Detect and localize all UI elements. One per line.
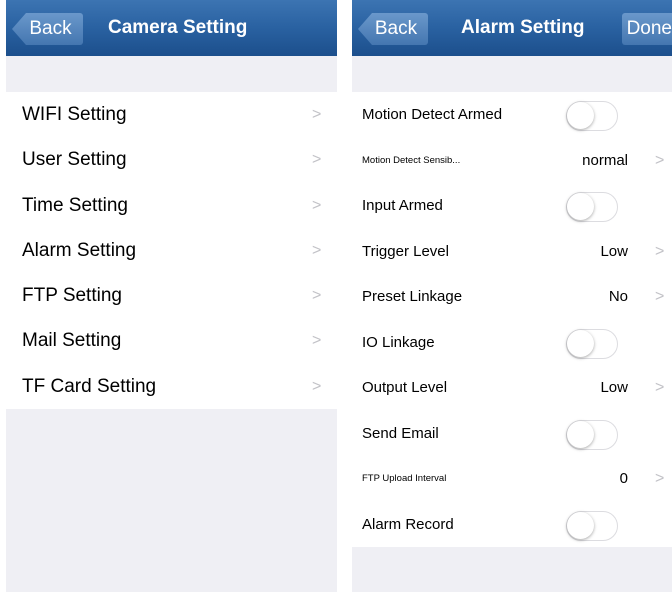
alarm-item-value: 0 xyxy=(619,470,628,487)
settings-item-label: FTP Setting xyxy=(22,285,122,307)
motion-detect-armed-toggle[interactable] xyxy=(566,101,618,131)
settings-item-mail[interactable]: Mail Setting > xyxy=(6,318,337,364)
alarm-item-label: Trigger Level xyxy=(362,242,449,260)
alarm-item-label: Input Armed xyxy=(362,197,443,214)
alarm-item-motion-detect-armed: Motion Detect Armed xyxy=(352,92,672,138)
alarm-item-output-level[interactable]: Output Level Low > xyxy=(352,365,672,411)
page-title: Camera Setting xyxy=(108,17,248,38)
io-linkage-toggle[interactable] xyxy=(566,328,618,359)
back-button[interactable]: Back xyxy=(12,13,83,45)
alarm-item-alarm-record: Alarm Record xyxy=(352,501,672,547)
toggle-knob xyxy=(567,420,594,448)
alarm-item-label: Send Email xyxy=(362,424,439,442)
alarm-item-preset-linkage[interactable]: Preset Linkage No > xyxy=(352,274,672,320)
alarm-setting-navbar: Back Alarm Setting Done xyxy=(352,0,672,56)
chevron-right-icon: > xyxy=(655,288,665,305)
toggle-knob xyxy=(567,511,594,539)
alarm-setting-list: Motion Detect Armed Motion Detect Sensib… xyxy=(352,92,672,547)
alarm-item-motion-detect-sensitivity[interactable]: Motion Detect Sensib... normal > xyxy=(352,137,672,183)
alarm-item-label: Motion Detect Sensib... xyxy=(362,154,461,166)
settings-item-label: TF Card Setting xyxy=(22,375,157,397)
alarm-item-input-armed: Input Armed xyxy=(352,183,672,229)
toggle-knob xyxy=(567,193,594,220)
settings-item-label: Alarm Setting xyxy=(22,239,137,261)
camera-setting-screen: Back Camera Setting WIFI Setting > User … xyxy=(6,0,337,592)
chevron-right-icon: > xyxy=(312,377,322,395)
chevron-right-icon: > xyxy=(655,242,665,260)
alarm-item-label: Alarm Record xyxy=(362,515,454,533)
chevron-right-icon: > xyxy=(312,332,322,350)
chevron-right-icon: > xyxy=(312,287,322,305)
settings-item-user[interactable]: User Setting > xyxy=(6,137,337,183)
alarm-record-toggle[interactable] xyxy=(566,510,618,541)
camera-setting-navbar: Back Camera Setting xyxy=(6,0,337,56)
chevron-right-icon: > xyxy=(312,241,322,259)
alarm-item-label: IO Linkage xyxy=(362,333,435,351)
alarm-item-send-email: Send Email xyxy=(352,410,672,456)
alarm-item-ftp-upload-interval[interactable]: FTP Upload Interval 0 > xyxy=(352,456,672,502)
alarm-item-trigger-level[interactable]: Trigger Level Low > xyxy=(352,228,672,274)
alarm-item-value: No xyxy=(608,288,628,305)
chevron-right-icon: > xyxy=(312,196,322,214)
chevron-right-icon: > xyxy=(312,151,322,169)
alarm-item-value: normal xyxy=(582,151,628,169)
done-button[interactable]: Done xyxy=(622,13,672,45)
alarm-setting-screen: Back Alarm Setting Done Motion Detect Ar… xyxy=(352,0,672,592)
settings-item-tf-card[interactable]: TF Card Setting > xyxy=(6,363,337,410)
send-email-toggle[interactable] xyxy=(566,419,618,450)
chevron-right-icon: > xyxy=(312,106,322,123)
alarm-item-io-linkage: IO Linkage xyxy=(352,319,672,365)
alarm-item-value: Low xyxy=(600,379,628,396)
alarm-item-label: Motion Detect Armed xyxy=(362,106,503,123)
toggle-knob xyxy=(567,329,594,357)
chevron-right-icon: > xyxy=(655,151,665,169)
settings-item-label: User Setting xyxy=(22,149,127,171)
settings-item-label: Time Setting xyxy=(22,194,128,216)
alarm-item-value: Low xyxy=(600,242,628,260)
toggle-knob xyxy=(567,102,594,129)
alarm-item-label: Preset Linkage xyxy=(362,288,463,305)
camera-setting-list: WIFI Setting > User Setting > Time Setti… xyxy=(6,92,337,410)
alarm-item-label: Output Level xyxy=(362,379,448,396)
page-title: Alarm Setting xyxy=(461,17,585,38)
input-armed-toggle[interactable] xyxy=(566,192,618,222)
settings-item-wifi[interactable]: WIFI Setting > xyxy=(6,92,337,138)
back-button[interactable]: Back xyxy=(358,13,428,45)
settings-item-label: Mail Setting xyxy=(22,330,122,352)
chevron-right-icon: > xyxy=(655,379,665,396)
settings-item-time[interactable]: Time Setting > xyxy=(6,182,337,228)
settings-item-label: WIFI Setting xyxy=(22,104,127,125)
settings-item-alarm[interactable]: Alarm Setting > xyxy=(6,227,337,274)
settings-item-ftp[interactable]: FTP Setting > xyxy=(6,273,337,319)
alarm-item-label: FTP Upload Interval xyxy=(362,473,447,484)
chevron-right-icon: > xyxy=(655,470,665,487)
